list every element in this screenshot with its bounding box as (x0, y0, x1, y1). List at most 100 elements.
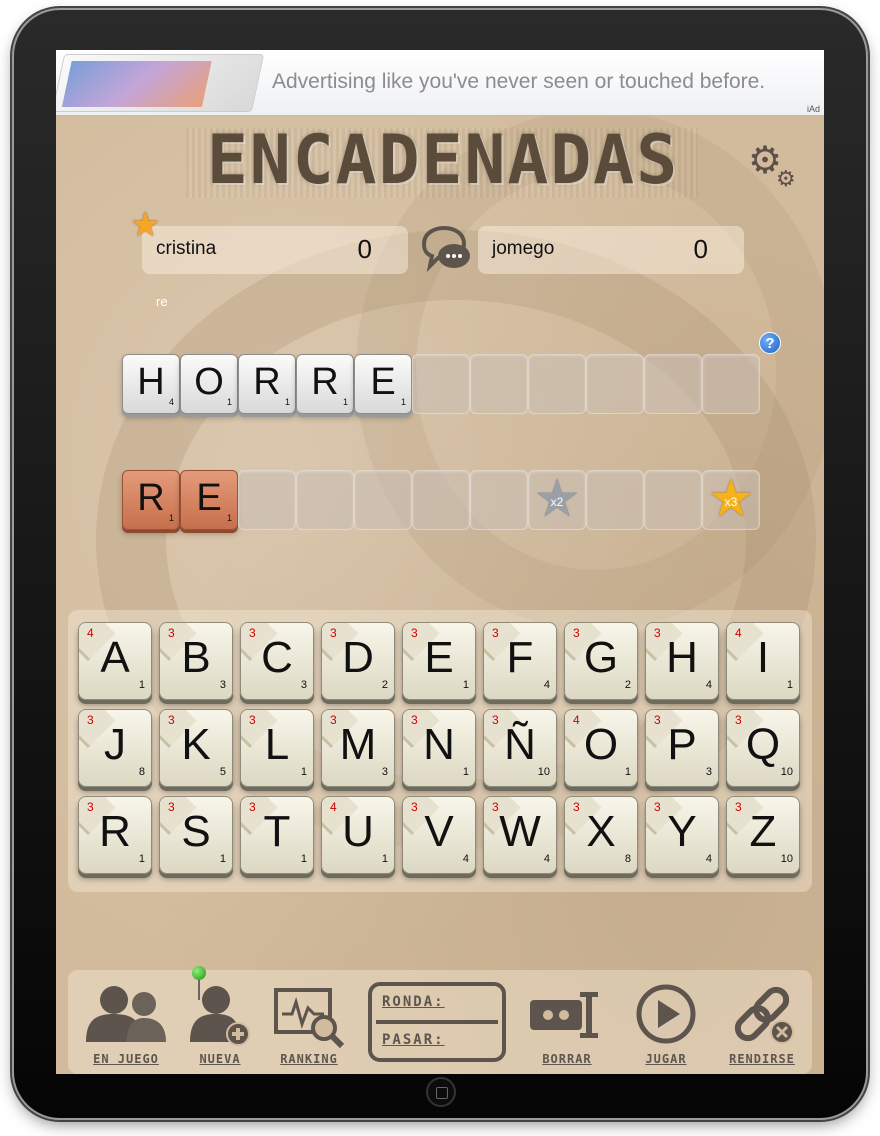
key-points: 1 (462, 679, 469, 691)
key-points: 10 (780, 766, 793, 778)
key-letter: O (583, 720, 619, 769)
letter-key[interactable]: 3N1 (402, 709, 476, 787)
board-tile[interactable]: E1 (354, 354, 412, 414)
jugar-button[interactable]: JUGAR (624, 970, 708, 1070)
key-letter: Y (667, 807, 697, 856)
key-points: 3 (381, 766, 388, 778)
ad-tablet-image (56, 54, 265, 112)
letter-key[interactable]: 3J8 (78, 709, 152, 787)
letter-key[interactable]: 4U1 (321, 796, 395, 874)
board-row-1: H4O1R1R1E1 (122, 354, 760, 414)
letter-key[interactable]: 3F4 (483, 622, 557, 700)
bonus-slot[interactable]: ★ x2 (528, 470, 586, 530)
letter-key[interactable]: 3H4 (645, 622, 719, 700)
letter-key[interactable]: 3R1 (78, 796, 152, 874)
empty-slot[interactable] (412, 470, 470, 530)
key-letter: U (342, 807, 374, 856)
letter-key[interactable]: 3B3 (159, 622, 233, 700)
key-points: 4 (705, 679, 712, 691)
letter-key[interactable]: 3P3 (645, 709, 719, 787)
rendirse-button[interactable]: RENDIRSE (716, 970, 808, 1070)
letter-key[interactable]: 3G2 (564, 622, 638, 700)
ranking-button[interactable]: RANKING (264, 970, 354, 1070)
round-info-box: RONDA: PASAR: (368, 982, 506, 1062)
tile-points: 1 (284, 397, 290, 407)
board-tile[interactable]: E1 (180, 470, 238, 530)
key-letter: I (756, 633, 770, 682)
letter-key[interactable]: 3W4 (483, 796, 557, 874)
key-letter: A (100, 633, 130, 682)
settings-gear-small-icon[interactable]: ⚙ (776, 168, 796, 190)
empty-slot[interactable] (470, 470, 528, 530)
help-icon[interactable]: ? (759, 332, 781, 354)
pin-stick (198, 978, 200, 1000)
letter-key[interactable]: 3E1 (402, 622, 476, 700)
letter-key[interactable]: 3 Q 10 (726, 709, 800, 787)
letter-key[interactable]: 3S1 (159, 796, 233, 874)
letter-key[interactable]: 3V4 (402, 796, 476, 874)
letter-key[interactable]: 3 Ñ 10 (483, 709, 557, 787)
key-points: 4 (543, 679, 550, 691)
ronda-label: RONDA: (382, 994, 445, 1010)
board-row-2: R 1 E 1 ★ x2 ★ x3 (122, 470, 760, 530)
player-2-bar: jomego 0 (478, 226, 744, 274)
nueva-button[interactable]: NUEVA (178, 970, 262, 1070)
board-tile[interactable]: R1 (296, 354, 354, 414)
jugar-label: JUGAR (645, 1052, 687, 1066)
current-word-hint: re (156, 294, 168, 309)
en-juego-button[interactable]: EN JUEGO (76, 970, 176, 1070)
letter-key[interactable]: 3K5 (159, 709, 233, 787)
empty-slot[interactable] (528, 354, 586, 414)
chat-icon[interactable] (418, 224, 474, 274)
key-letter: M (339, 720, 377, 769)
letter-key[interactable]: 3X8 (564, 796, 638, 874)
en-juego-label: EN JUEGO (93, 1052, 159, 1066)
key-points: 1 (462, 766, 469, 778)
board-tile[interactable]: R1 (238, 354, 296, 414)
board-tile[interactable]: H4 (122, 354, 180, 414)
key-points: 2 (381, 679, 388, 691)
key-letter: R (99, 807, 131, 856)
key-points: 8 (138, 766, 145, 778)
key-points: 1 (300, 766, 307, 778)
letter-key[interactable]: 3L1 (240, 709, 314, 787)
empty-slot[interactable] (296, 470, 354, 530)
key-points: 1 (624, 766, 631, 778)
board-tile[interactable]: R1 (122, 470, 180, 530)
key-letter: Q (745, 720, 781, 769)
key-letter: X (586, 807, 616, 856)
letter-key[interactable]: 3Y4 (645, 796, 719, 874)
empty-slot[interactable] (238, 470, 296, 530)
empty-slot[interactable] (644, 354, 702, 414)
key-letter: V (424, 807, 454, 856)
empty-slot[interactable] (354, 470, 412, 530)
letter-key[interactable]: 3D2 (321, 622, 395, 700)
empty-slot[interactable] (412, 354, 470, 414)
letter-key[interactable]: 4O1 (564, 709, 638, 787)
key-points: 5 (219, 766, 226, 778)
letter-key[interactable]: 3C3 (240, 622, 314, 700)
letter-key[interactable]: 4I1 (726, 622, 800, 700)
empty-slot[interactable] (586, 354, 644, 414)
key-letter: Z (749, 807, 777, 856)
empty-slot[interactable] (644, 470, 702, 530)
key-points: 1 (138, 853, 145, 865)
empty-slot[interactable] (702, 354, 760, 414)
letter-key[interactable]: 3M3 (321, 709, 395, 787)
ad-banner[interactable]: Advertising like you've never seen or to… (56, 50, 824, 116)
key-points: 1 (381, 853, 388, 865)
bonus-multiplier: x2 (550, 495, 564, 509)
letter-key[interactable]: 4A1 (78, 622, 152, 700)
letter-key[interactable]: 3 Z 10 (726, 796, 800, 874)
people-icon (86, 986, 166, 1042)
borrar-button[interactable]: BORRAR (522, 970, 612, 1070)
board-tile[interactable]: O1 (180, 354, 238, 414)
erase-icon (530, 992, 598, 1038)
key-points: 4 (462, 853, 469, 865)
letter-key[interactable]: 3T1 (240, 796, 314, 874)
empty-slot[interactable] (586, 470, 644, 530)
home-button[interactable] (426, 1077, 456, 1107)
game-screen: Advertising like you've never seen or to… (56, 50, 824, 1074)
bonus-slot[interactable]: ★ x3 (702, 470, 760, 530)
empty-slot[interactable] (470, 354, 528, 414)
